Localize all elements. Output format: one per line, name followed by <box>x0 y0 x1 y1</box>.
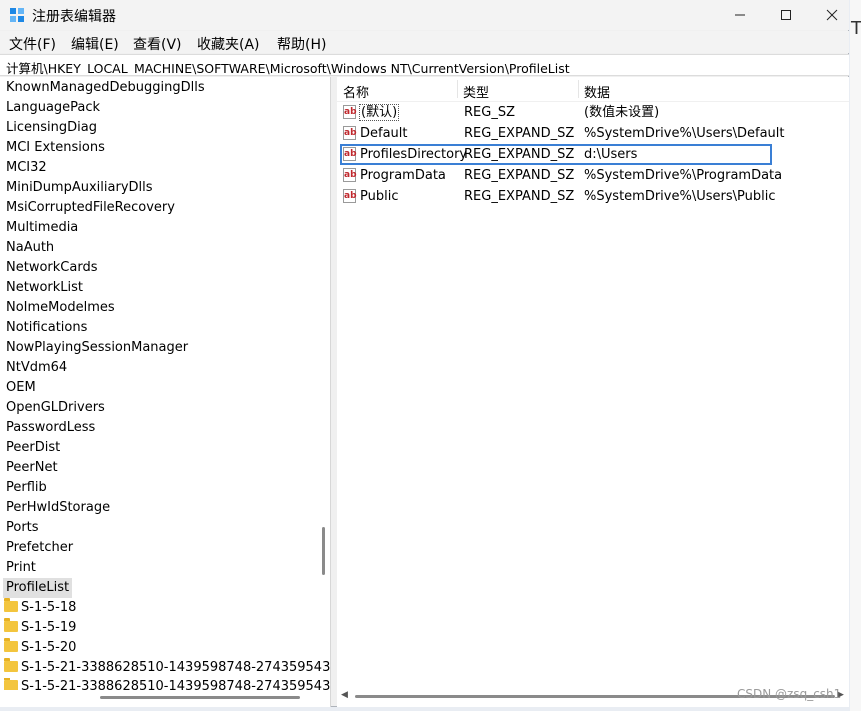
value-type: REG_EXPAND_SZ <box>464 147 575 162</box>
watermark: CSDN @zsq_csh1 <box>737 687 842 701</box>
tree-item[interactable]: Prefetcher <box>6 538 73 558</box>
tree-item[interactable]: LanguagePack <box>6 98 100 118</box>
column-divider[interactable] <box>578 80 579 98</box>
close-button[interactable] <box>809 0 855 30</box>
column-data-header[interactable]: 数据 <box>584 82 610 101</box>
list-header: 名称 类型 数据 <box>337 77 849 102</box>
address-bar[interactable]: 计算机\HKEY_LOCAL_MACHINE\SOFTWARE\Microsof… <box>0 54 849 76</box>
subkey-label: S-1-5-21-3388628510-1439598748-274359543… <box>21 660 331 675</box>
string-value-icon: ab <box>343 189 357 203</box>
menu-view[interactable]: 查看(V) <box>133 34 182 54</box>
value-name: Public <box>360 189 399 204</box>
tree-item[interactable]: OEM <box>6 378 36 398</box>
value-list[interactable]: 名称 类型 数据 ab (默认) REG_SZ (数值未设置) ab Defau… <box>337 77 849 707</box>
column-divider[interactable] <box>457 80 458 98</box>
tree-item[interactable]: LicensingDiag <box>6 118 97 138</box>
column-type-header[interactable]: 类型 <box>463 82 489 101</box>
tree-item[interactable]: MsiCorruptedFileRecovery <box>6 198 175 218</box>
title-bar[interactable]: 注册表编辑器 <box>0 0 849 30</box>
value-data: (数值未设置) <box>584 105 660 120</box>
value-name: ProgramData <box>360 168 446 183</box>
value-name: (默认) <box>359 104 400 121</box>
tree-item[interactable]: NowPlayingSessionManager <box>6 338 188 358</box>
maximize-button[interactable] <box>763 0 809 30</box>
registry-editor-icon <box>10 8 24 22</box>
tree-vertical-scrollbar[interactable] <box>320 77 328 687</box>
maximize-icon <box>781 10 791 20</box>
folder-icon <box>4 618 18 632</box>
value-type: REG_EXPAND_SZ <box>464 126 575 141</box>
value-row-focused[interactable]: ab ProfilesDirectory REG_EXPAND_SZ d:\Us… <box>340 144 772 165</box>
tree-item[interactable]: PerHwIdStorage <box>6 498 110 518</box>
value-data: d:\Users <box>584 147 638 162</box>
tree-item[interactable]: NtVdm64 <box>6 358 67 378</box>
tree-item[interactable]: Multimedia <box>6 218 78 238</box>
window-title: 注册表编辑器 <box>32 9 116 25</box>
scroll-thumb[interactable] <box>100 696 300 699</box>
value-type: REG_EXPAND_SZ <box>464 168 575 183</box>
folder-icon <box>4 658 18 672</box>
value-data: %SystemDrive%\ProgramData <box>584 168 783 183</box>
value-type: REG_SZ <box>464 105 515 120</box>
tree-item[interactable]: PeerNet <box>6 458 58 478</box>
close-icon <box>826 9 838 21</box>
tree-item[interactable]: KnownManagedDebuggingDlls <box>6 78 205 98</box>
menu-bar: 文件(F) 编辑(E) 查看(V) 收藏夹(A) 帮助(H) <box>0 31 849 53</box>
string-value-icon: ab <box>343 126 357 140</box>
string-value-icon: ab <box>343 168 357 182</box>
tree-item[interactable]: MCI Extensions <box>6 138 105 158</box>
value-name: ProfilesDirectory <box>360 147 468 162</box>
tree-item-selected[interactable]: ProfileList <box>3 578 73 598</box>
background-window-text: T <box>851 18 861 39</box>
value-data: %SystemDrive%\Users\Public <box>584 189 776 204</box>
scroll-left-icon[interactable]: ◀ <box>341 690 348 700</box>
string-value-icon: ab <box>343 105 357 119</box>
tree-item[interactable]: MCI32 <box>6 158 47 178</box>
folder-icon <box>4 638 18 652</box>
tree-item[interactable]: NaAuth <box>6 238 54 258</box>
tree-subkey[interactable]: S-1-5-20 <box>4 638 76 658</box>
value-row[interactable]: ab Public REG_EXPAND_SZ %SystemDrive%\Us… <box>337 186 849 207</box>
minimize-button[interactable] <box>717 0 763 30</box>
column-name-header[interactable]: 名称 <box>343 82 369 101</box>
tree-item[interactable]: NetworkList <box>6 278 83 298</box>
tree-subkey[interactable]: S-1-5-18 <box>4 598 76 618</box>
tree-item[interactable]: Ports <box>6 518 39 538</box>
tree-item[interactable]: Print <box>6 558 36 578</box>
tree-item[interactable]: OpenGLDrivers <box>6 398 105 418</box>
folder-icon <box>4 598 18 612</box>
tree-subkey[interactable]: S-1-5-19 <box>4 618 76 638</box>
background-window-edge <box>850 0 861 711</box>
value-name: Default <box>360 126 408 141</box>
subkey-label: S-1-5-18 <box>21 600 77 615</box>
value-row[interactable]: ab (默认) REG_SZ (数值未设置) <box>337 102 849 123</box>
menu-help[interactable]: 帮助(H) <box>277 34 326 54</box>
scroll-thumb[interactable] <box>322 527 325 575</box>
regedit-window: 注册表编辑器 文件(F) 编辑(E) 查看(V) 收藏夹(A) 帮助(H) 计算… <box>0 0 849 707</box>
tree-item[interactable]: MiniDumpAuxiliaryDlls <box>6 178 153 198</box>
value-row[interactable]: ab Default REG_EXPAND_SZ %SystemDrive%\U… <box>337 123 849 144</box>
subkey-label: S-1-5-20 <box>21 640 77 655</box>
menu-file[interactable]: 文件(F) <box>9 34 56 54</box>
value-data: %SystemDrive%\Users\Default <box>584 126 785 141</box>
minimize-icon <box>735 14 745 16</box>
tree-item[interactable]: NoImeModelmes <box>6 298 115 318</box>
subkey-label: S-1-5-19 <box>21 620 77 635</box>
tree-item[interactable]: PasswordLess <box>6 418 95 438</box>
menu-edit[interactable]: 编辑(E) <box>71 34 119 54</box>
tree-subkey[interactable]: S-1-5-21-3388628510-1439598748-274359543… <box>4 658 331 678</box>
string-value-icon: ab <box>343 147 357 161</box>
value-type: REG_EXPAND_SZ <box>464 189 575 204</box>
tree-item[interactable]: Perflib <box>6 478 47 498</box>
menu-favorites[interactable]: 收藏夹(A) <box>197 34 260 54</box>
key-tree[interactable]: KnownManagedDebuggingDlls LanguagePack L… <box>0 77 331 707</box>
tree-item[interactable]: NetworkCards <box>6 258 97 278</box>
tree-horizontal-scrollbar[interactable] <box>0 689 318 705</box>
tree-item[interactable]: Notifications <box>6 318 87 338</box>
value-row[interactable]: ab ProgramData REG_EXPAND_SZ %SystemDriv… <box>337 165 849 186</box>
tree-item[interactable]: PeerDist <box>6 438 60 458</box>
